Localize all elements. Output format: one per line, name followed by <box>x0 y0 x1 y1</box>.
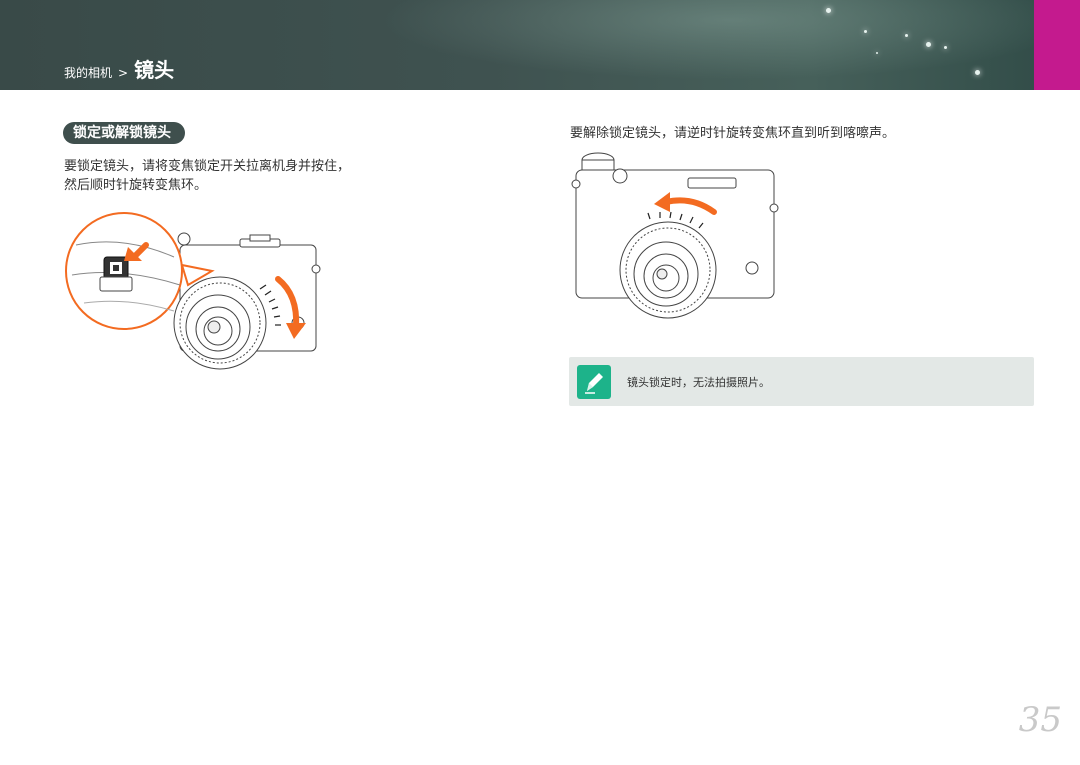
lock-lens-illustration <box>65 212 321 370</box>
pencil-note-icon <box>577 365 611 399</box>
lens <box>173 276 267 370</box>
lock-instruction-line1: 要锁定镜头，请将变焦锁定开关拉离机身并按住， <box>64 159 351 174</box>
note-box: 镜头锁定时，无法拍摄照片。 <box>569 357 1034 406</box>
sparkle-decoration <box>944 46 947 49</box>
header-sheen <box>380 0 1080 80</box>
breadcrumb-current: 镜头 <box>134 58 175 82</box>
lens <box>619 221 717 319</box>
header-banner: 我的相机 > 镜头 <box>0 0 1080 90</box>
breadcrumb: 我的相机 > 镜头 <box>64 54 174 83</box>
breadcrumb-separator: > <box>118 66 129 80</box>
breadcrumb-parent[interactable]: 我的相机 <box>64 64 112 81</box>
sparkle-decoration <box>876 52 878 54</box>
sparkle-decoration <box>926 42 931 47</box>
lock-instructions: 要锁定镜头，请将变焦锁定开关拉离机身并按住， 然后顺时针旋转变焦环。 <box>64 157 404 195</box>
unlock-instruction: 要解除锁定镜头，请逆时针旋转变焦环直到听到喀嚓声。 <box>570 126 896 141</box>
chapter-tab[interactable] <box>1034 0 1080 90</box>
sparkle-decoration <box>905 34 908 37</box>
sparkle-decoration <box>864 30 867 33</box>
sparkle-decoration <box>975 70 980 75</box>
page-number: 35 <box>1018 700 1062 740</box>
lock-instruction-line2: 然后顺时针旋转变焦环。 <box>64 178 208 193</box>
unlock-lens-illustration <box>571 152 779 319</box>
sparkle-decoration <box>826 8 831 13</box>
section-title: 锁定或解锁镜头 <box>63 122 185 144</box>
note-text: 镜头锁定时，无法拍摄照片。 <box>627 376 770 389</box>
